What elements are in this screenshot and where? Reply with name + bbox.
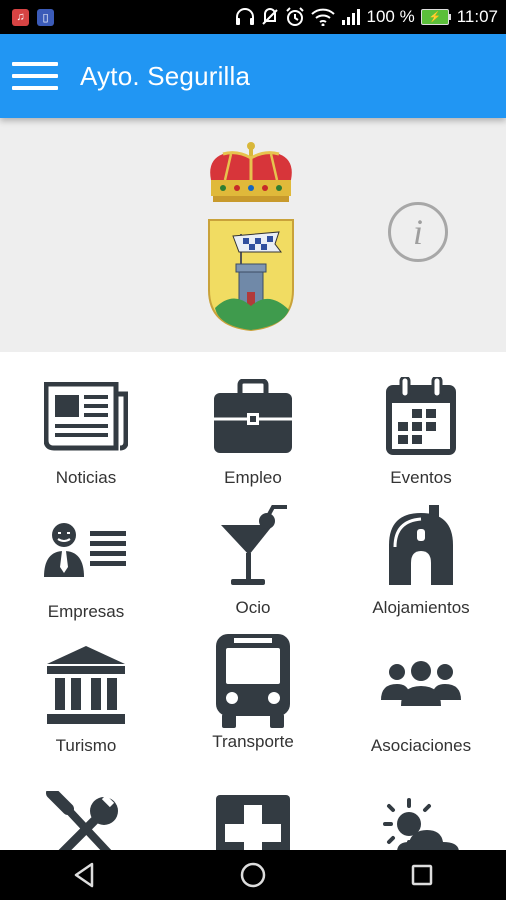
back-icon[interactable] — [54, 855, 114, 895]
battery-icon: ⚡ — [420, 9, 451, 25]
tile-label: Alojamientos — [372, 598, 470, 617]
navigation-bar — [0, 850, 506, 900]
info-icon[interactable]: i — [388, 202, 448, 262]
headphones-icon — [235, 8, 254, 25]
tile-label: Empresas — [47, 602, 125, 621]
tile-tiempo[interactable] — [337, 786, 505, 850]
app-title: Ayto. Segurilla — [80, 60, 251, 91]
tile-alojamientos[interactable]: Alojamientos — [337, 502, 505, 618]
app-bar: Ayto. Segurilla — [0, 34, 506, 118]
tile-ocio[interactable]: Ocio — [169, 502, 337, 618]
business-person-icon — [44, 523, 126, 577]
tile-label: Empleo — [224, 468, 282, 487]
wifi-icon — [310, 8, 335, 26]
signal-icon — [341, 9, 360, 25]
tile-eventos[interactable]: Eventos — [337, 372, 505, 488]
tile-label: Ocio — [235, 598, 271, 617]
tile-label: Asociaciones — [370, 736, 472, 755]
briefcase-icon — [214, 379, 292, 453]
tile-salud[interactable] — [169, 788, 337, 850]
newspaper-icon — [44, 382, 128, 451]
coat-of-arms — [208, 142, 294, 332]
tile-transporte[interactable]: Transporte — [169, 634, 337, 752]
calendar-icon — [386, 377, 456, 455]
tile-noticias[interactable]: Noticias — [2, 372, 170, 488]
monument-icon — [47, 646, 125, 724]
cocktail-icon — [221, 505, 287, 585]
recents-icon[interactable] — [392, 855, 452, 895]
menu-grid: Noticias Empleo Eventos Empresas Ocio Al… — [0, 352, 506, 850]
battery-percent: 100 % — [366, 7, 415, 26]
tile-label: Eventos — [390, 468, 452, 487]
bus-icon — [216, 634, 290, 728]
mute-icon — [261, 8, 278, 25]
tile-empresas[interactable]: Empresas — [2, 506, 170, 622]
medical-cross-icon — [216, 795, 290, 850]
tile-turismo[interactable]: Turismo — [2, 640, 170, 756]
header-banner: i — [0, 118, 506, 352]
group-icon — [381, 661, 461, 706]
status-bar: ♫ ▯ 100 % ⚡ 11:07 — [0, 0, 506, 34]
tile-label: Transporte — [212, 732, 294, 751]
hamburger-menu-icon[interactable] — [12, 56, 60, 96]
clock: 11:07 — [456, 7, 498, 26]
house-icon — [389, 505, 453, 585]
tools-icon — [46, 791, 118, 850]
tile-empleo[interactable]: Empleo — [169, 372, 337, 488]
weather-icon — [383, 798, 459, 850]
alarm-icon — [285, 7, 304, 26]
tile-label: Turismo — [55, 736, 117, 755]
tile-label: Noticias — [55, 468, 117, 487]
file-icon: ▯ — [37, 8, 54, 26]
tile-asociaciones[interactable]: Asociaciones — [337, 640, 505, 756]
tile-servicios[interactable] — [2, 786, 170, 850]
home-icon[interactable] — [223, 855, 283, 895]
music-icon: ♫ — [12, 8, 29, 26]
